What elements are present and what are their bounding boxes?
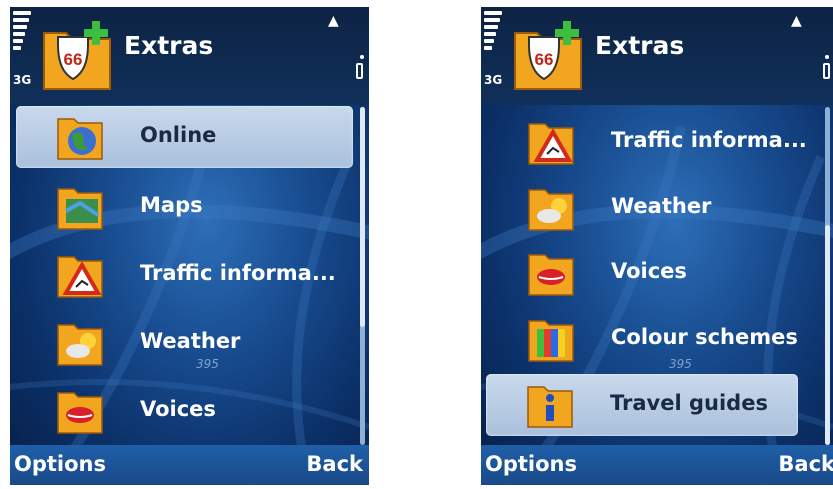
list-item-traffic-information[interactable]: Traffic informa... <box>16 244 353 306</box>
softkey-bar: Options Back <box>481 445 833 485</box>
globe-folder-icon <box>57 118 103 160</box>
list-item-label: Voices <box>611 259 687 283</box>
svg-text:66: 66 <box>64 50 83 69</box>
list-item-colour-schemes[interactable]: Colour schemes <box>487 308 824 370</box>
list-item-label: Weather <box>140 329 241 353</box>
status-header: 3G 66 Extras ▲ <box>10 7 369 105</box>
phone-screen-right: 395 3G 66 Extras ▲ Traffic informa... We… <box>481 7 833 485</box>
softkey-bar: Options Back <box>10 445 369 485</box>
traffic-warning-folder-icon <box>57 256 103 298</box>
list-item-travel-guides[interactable]: Travel guides <box>486 374 798 436</box>
screen-title: Extras <box>595 31 685 60</box>
route66-app-icon: 66 <box>514 21 582 90</box>
list-item-label: Traffic informa... <box>611 128 807 152</box>
indicator-dot <box>825 55 829 59</box>
svg-text:66: 66 <box>535 50 554 69</box>
network-type: 3G <box>484 73 503 87</box>
list-item-weather[interactable]: Weather <box>487 177 824 239</box>
info-folder-icon <box>527 386 573 428</box>
list-item-traffic-information[interactable]: Traffic informa... <box>487 111 824 173</box>
list-item-voices[interactable]: Voices <box>16 380 353 442</box>
signal-strength-icon <box>484 11 502 53</box>
route66-app-icon: 66 <box>43 21 111 90</box>
scrollbar[interactable] <box>825 107 830 445</box>
weather-folder-icon <box>57 324 103 366</box>
battery-icon <box>823 63 830 79</box>
signal-strength-icon <box>13 11 31 53</box>
status-header: 3G 66 Extras ▲ <box>481 7 833 105</box>
bluetooth-icon: ▲ <box>791 13 802 29</box>
list-item-label: Traffic informa... <box>140 261 336 285</box>
indicator-dot <box>360 55 364 59</box>
battery-icon <box>356 63 363 79</box>
list-item-maps[interactable]: Maps <box>16 176 353 238</box>
bluetooth-icon: ▲ <box>328 13 339 29</box>
list-item-label: Travel guides <box>610 391 768 415</box>
list-item-label: Colour schemes <box>611 325 798 349</box>
scrollbar-thumb[interactable] <box>825 225 830 445</box>
list-item-online[interactable]: Online <box>16 106 353 168</box>
scrollbar[interactable] <box>360 107 365 445</box>
list-item-label: Voices <box>140 397 216 421</box>
options-softkey[interactable]: Options <box>485 452 577 476</box>
weather-folder-icon <box>528 189 574 231</box>
list-item-label: Weather <box>611 194 712 218</box>
colour-schemes-folder-icon <box>528 320 574 362</box>
scrollbar-thumb[interactable] <box>360 107 365 327</box>
lips-folder-icon <box>528 254 574 296</box>
network-type: 3G <box>13 73 32 87</box>
back-softkey[interactable]: Back <box>778 452 833 476</box>
list-item-weather[interactable]: Weather <box>16 312 353 374</box>
traffic-warning-folder-icon <box>528 123 574 165</box>
list-item-label: Maps <box>140 193 203 217</box>
list-item-voices[interactable]: Voices <box>487 242 824 304</box>
list-item-label: Online <box>140 123 217 147</box>
lips-folder-icon <box>57 392 103 434</box>
options-softkey[interactable]: Options <box>14 452 106 476</box>
back-softkey[interactable]: Back <box>306 452 363 476</box>
phone-screen-left: 395 3G 66 Extras ▲ Online Maps Traffic i… <box>10 7 369 485</box>
map-folder-icon <box>57 188 103 230</box>
screen-title: Extras <box>124 31 214 60</box>
